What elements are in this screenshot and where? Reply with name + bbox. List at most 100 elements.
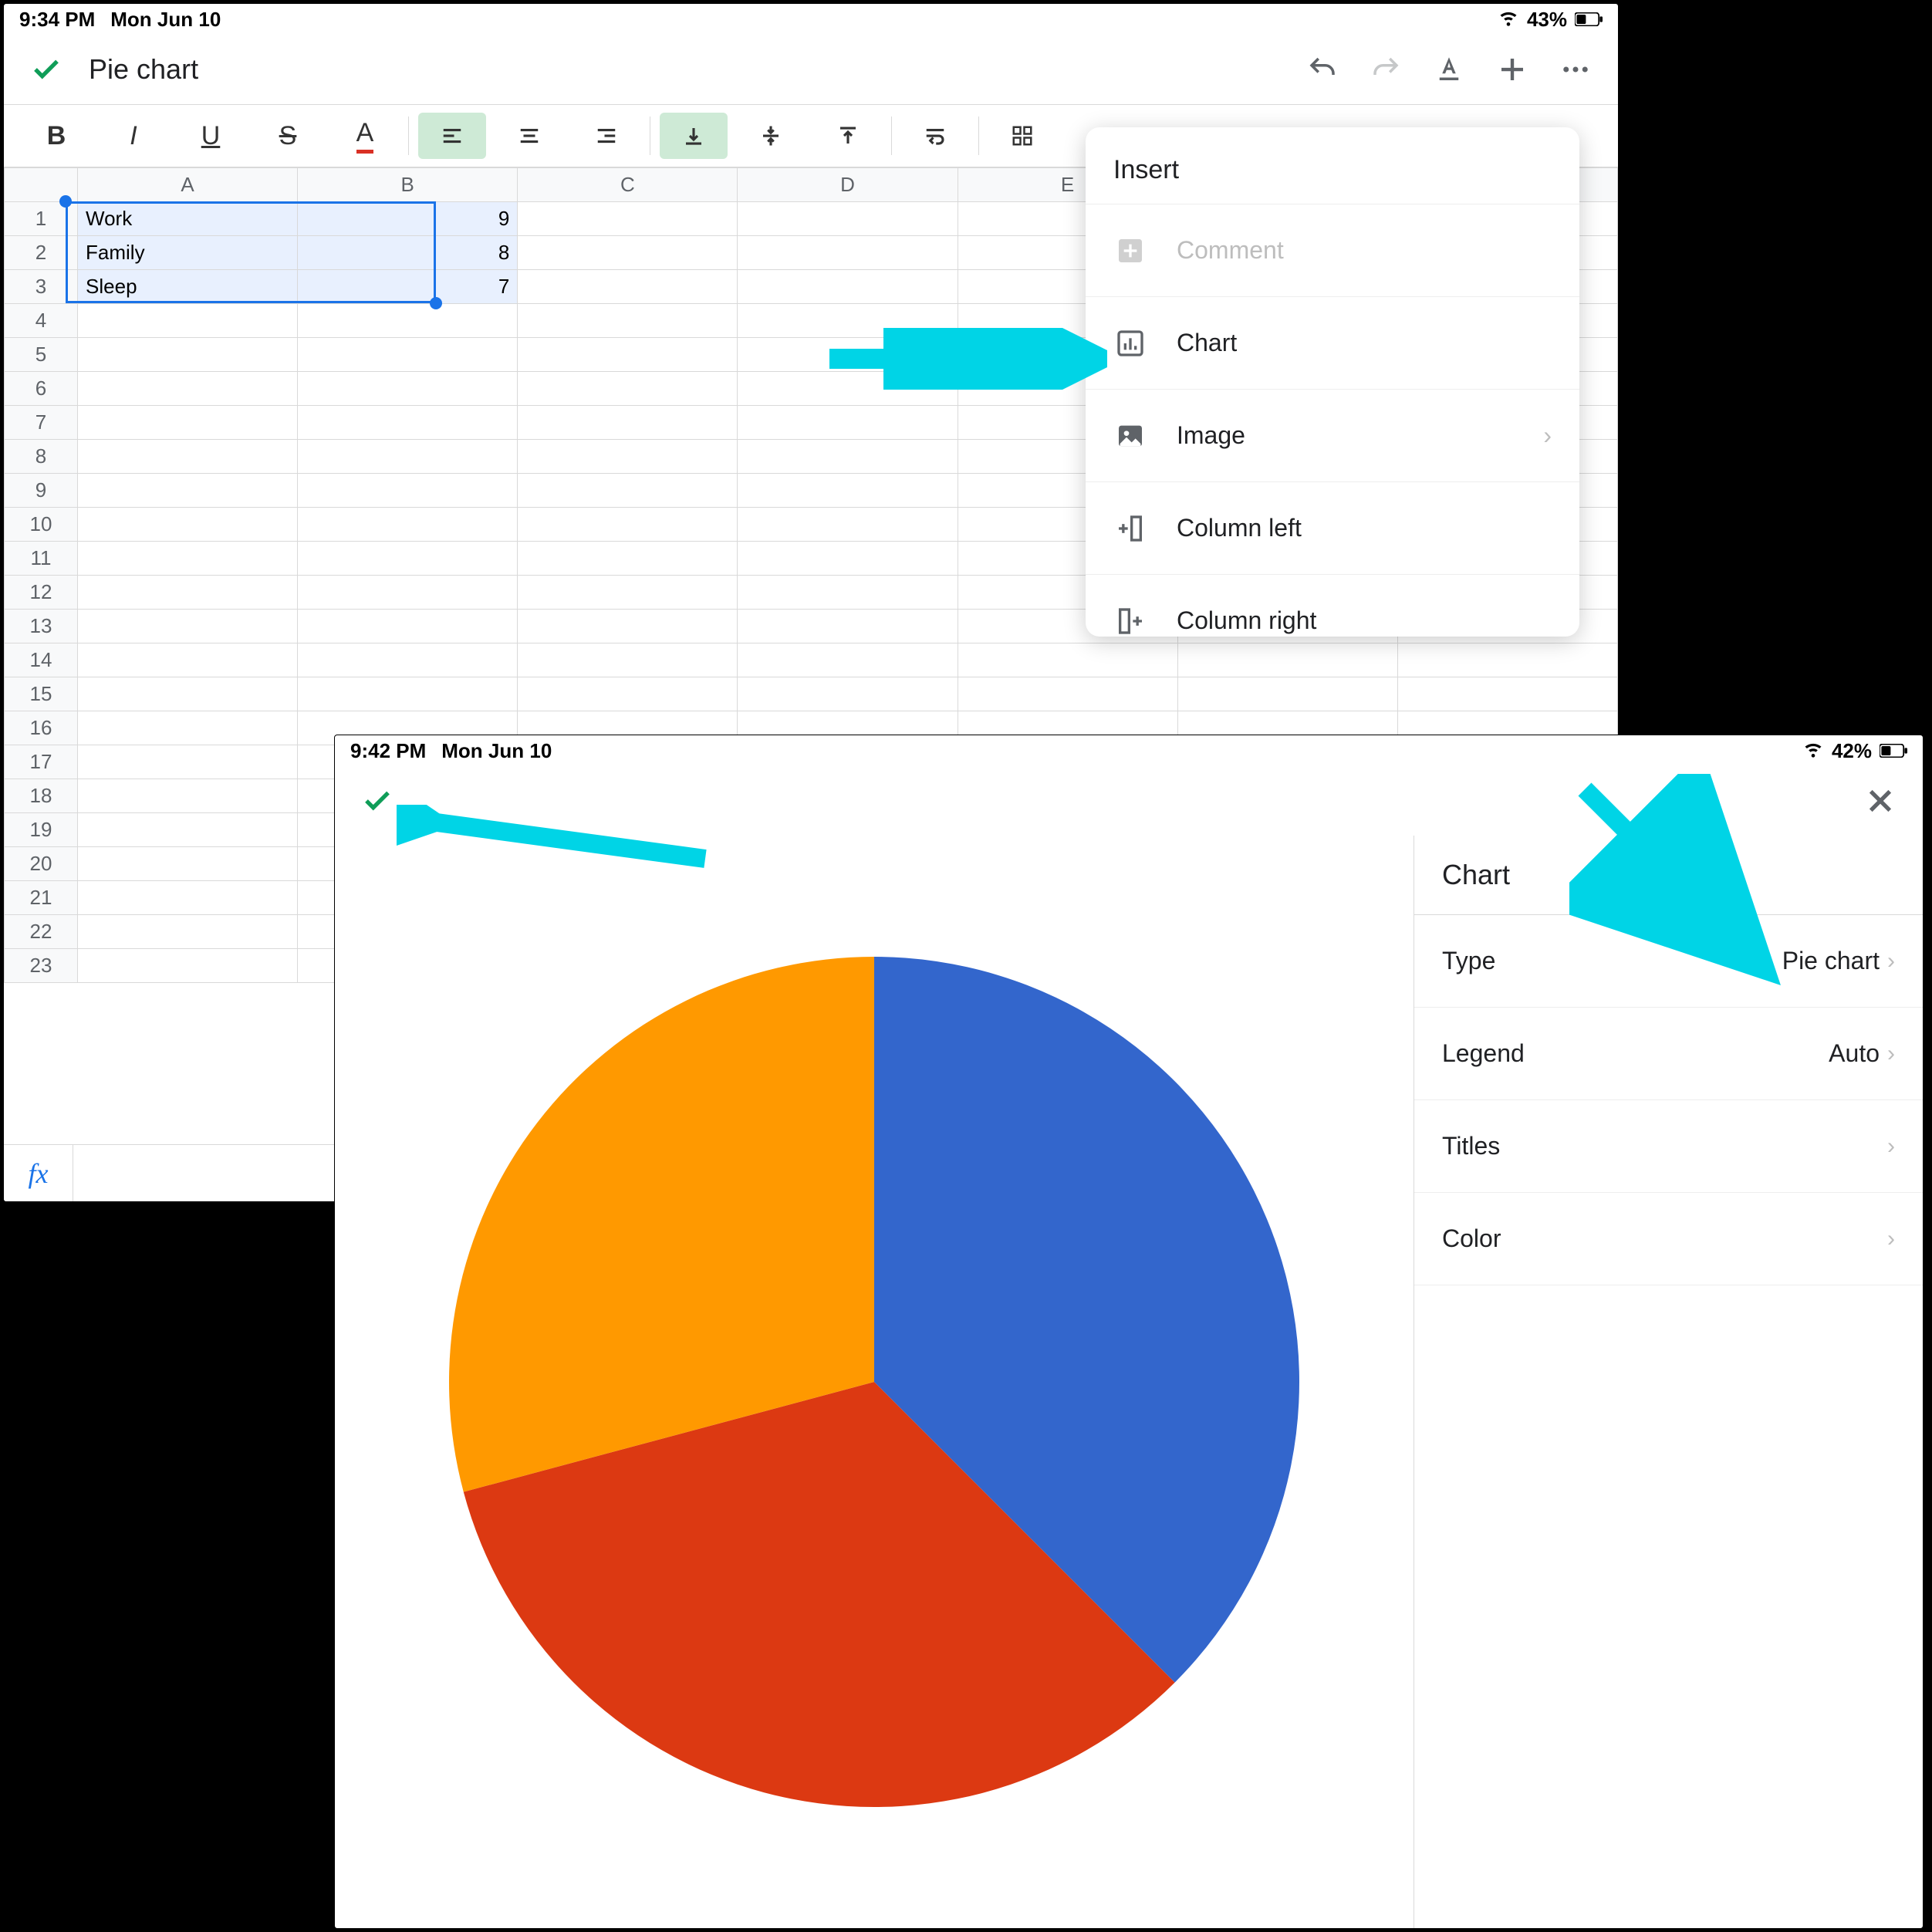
cell[interactable] xyxy=(518,508,738,542)
cell[interactable] xyxy=(738,610,958,643)
valign-top-button[interactable] xyxy=(814,113,882,159)
cell[interactable] xyxy=(518,338,738,372)
row-header[interactable]: 8 xyxy=(5,440,78,474)
insert-item-chart[interactable]: Chart xyxy=(1086,296,1579,389)
underline-button[interactable]: U xyxy=(177,113,245,159)
cell[interactable] xyxy=(298,406,518,440)
bold-button[interactable]: B xyxy=(22,113,90,159)
close-icon[interactable] xyxy=(1859,780,1901,822)
fx-icon[interactable]: fx xyxy=(4,1145,73,1201)
cell[interactable] xyxy=(78,745,298,779)
cell[interactable] xyxy=(738,677,958,711)
cell[interactable] xyxy=(738,576,958,610)
row-header[interactable]: 23 xyxy=(5,949,78,983)
cell[interactable] xyxy=(738,406,958,440)
cell[interactable] xyxy=(78,576,298,610)
cell[interactable] xyxy=(518,406,738,440)
cell[interactable] xyxy=(78,779,298,813)
col-header[interactable]: D xyxy=(738,168,958,202)
cell[interactable] xyxy=(518,542,738,576)
cell[interactable] xyxy=(518,677,738,711)
undo-icon[interactable] xyxy=(1302,49,1343,90)
cell[interactable]: 9 xyxy=(298,202,518,236)
row-header[interactable]: 17 xyxy=(5,745,78,779)
cell[interactable] xyxy=(298,304,518,338)
align-center-button[interactable] xyxy=(495,113,563,159)
cell[interactable] xyxy=(738,270,958,304)
cell[interactable] xyxy=(298,508,518,542)
cell[interactable] xyxy=(78,711,298,745)
cell[interactable] xyxy=(738,542,958,576)
cell[interactable] xyxy=(738,202,958,236)
text-format-icon[interactable] xyxy=(1428,49,1470,90)
cell[interactable] xyxy=(78,881,298,915)
row-header[interactable]: 5 xyxy=(5,338,78,372)
cell[interactable] xyxy=(518,372,738,406)
row-header[interactable]: 10 xyxy=(5,508,78,542)
col-header[interactable]: B xyxy=(298,168,518,202)
cell[interactable] xyxy=(518,474,738,508)
row-header[interactable]: 6 xyxy=(5,372,78,406)
align-right-button[interactable] xyxy=(573,113,640,159)
cell[interactable] xyxy=(958,643,1177,677)
cell[interactable] xyxy=(518,270,738,304)
row-header[interactable]: 4 xyxy=(5,304,78,338)
cell[interactable] xyxy=(78,406,298,440)
cell[interactable] xyxy=(78,610,298,643)
italic-button[interactable]: I xyxy=(100,113,167,159)
strike-button[interactable]: S xyxy=(254,113,322,159)
plus-icon[interactable] xyxy=(1491,49,1533,90)
chart-option-legend[interactable]: LegendAuto› xyxy=(1414,1008,1923,1100)
cell[interactable] xyxy=(298,372,518,406)
cell[interactable] xyxy=(1177,677,1397,711)
valign-middle-button[interactable] xyxy=(737,113,805,159)
cell[interactable]: Sleep xyxy=(78,270,298,304)
cell[interactable] xyxy=(78,304,298,338)
chart-option-type[interactable]: TypePie chart› xyxy=(1414,915,1923,1008)
insert-item-image[interactable]: Image› xyxy=(1086,389,1579,481)
cell[interactable]: 7 xyxy=(298,270,518,304)
cell[interactable] xyxy=(298,474,518,508)
cell[interactable] xyxy=(738,372,958,406)
chart-option-color[interactable]: Color› xyxy=(1414,1193,1923,1285)
cell[interactable] xyxy=(518,304,738,338)
cell[interactable] xyxy=(738,236,958,270)
cell[interactable] xyxy=(298,643,518,677)
row-header[interactable]: 19 xyxy=(5,813,78,847)
text-color-button[interactable]: A xyxy=(331,113,399,159)
cell[interactable] xyxy=(738,508,958,542)
row-header[interactable]: 14 xyxy=(5,643,78,677)
cell[interactable] xyxy=(78,440,298,474)
row-header[interactable]: 18 xyxy=(5,779,78,813)
cell[interactable] xyxy=(518,610,738,643)
cell[interactable] xyxy=(78,643,298,677)
cell[interactable] xyxy=(298,338,518,372)
cell[interactable] xyxy=(738,338,958,372)
cell[interactable] xyxy=(738,304,958,338)
cell[interactable] xyxy=(78,474,298,508)
cell[interactable] xyxy=(78,813,298,847)
row-header[interactable]: 15 xyxy=(5,677,78,711)
row-header[interactable]: 21 xyxy=(5,881,78,915)
cell[interactable] xyxy=(298,576,518,610)
row-header[interactable]: 11 xyxy=(5,542,78,576)
row-header[interactable]: 9 xyxy=(5,474,78,508)
cell[interactable] xyxy=(78,915,298,949)
row-header[interactable]: 12 xyxy=(5,576,78,610)
cell[interactable] xyxy=(78,677,298,711)
document-title[interactable]: Pie chart xyxy=(89,53,198,86)
row-header[interactable]: 22 xyxy=(5,915,78,949)
col-header[interactable]: A xyxy=(78,168,298,202)
redo-icon[interactable] xyxy=(1365,49,1407,90)
row-header[interactable]: 7 xyxy=(5,406,78,440)
done-check-icon[interactable] xyxy=(25,49,67,90)
cell[interactable] xyxy=(518,236,738,270)
cell[interactable] xyxy=(518,643,738,677)
cell[interactable] xyxy=(298,440,518,474)
chart-option-titles[interactable]: Titles› xyxy=(1414,1100,1923,1193)
wrap-button[interactable] xyxy=(901,113,969,159)
cell[interactable] xyxy=(1397,643,1617,677)
cell[interactable] xyxy=(958,677,1177,711)
cell[interactable] xyxy=(738,440,958,474)
cell[interactable]: 8 xyxy=(298,236,518,270)
